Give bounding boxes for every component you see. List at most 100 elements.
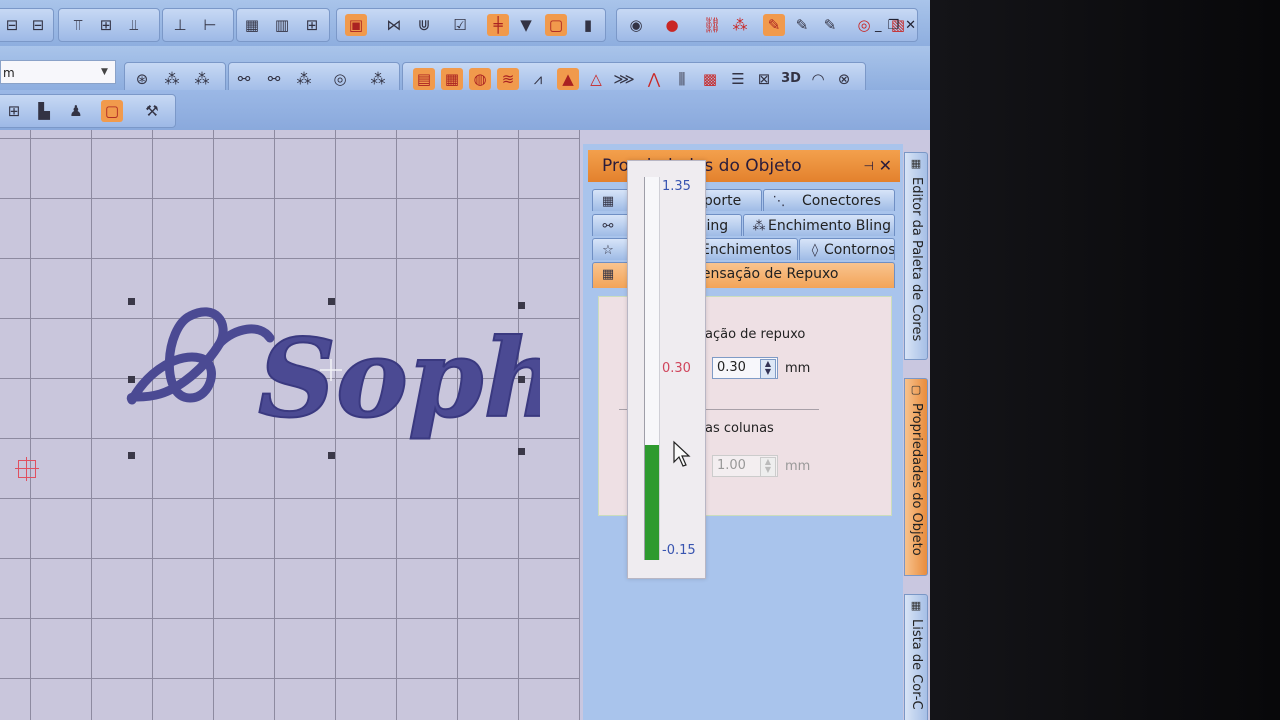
stitch-icon[interactable]: ▢ (545, 14, 567, 36)
bling-fill-icon: ⁂ (752, 219, 766, 234)
bling-fill-icon[interactable]: ⊛ (131, 68, 153, 90)
3d-icon[interactable]: 3D (777, 68, 805, 90)
fill-icon: ▦ (601, 194, 615, 209)
spinner-value: 1.00 (717, 458, 746, 473)
fill-icon[interactable]: ⊠ (753, 68, 775, 90)
spinner-arrows-icon[interactable]: ▲ ▼ (760, 359, 776, 379)
align-top-icon[interactable]: ⫪ (67, 14, 89, 36)
toolbar-group: ▣ ⋈ ⋓ ☑ ╪ ▼ ▢ ▮ (336, 8, 606, 42)
tab-conectores[interactable]: ⋱ Conectores (763, 189, 895, 211)
toolbar-group: ⊥ ⊢ (162, 8, 234, 42)
split-icon[interactable]: ╪ (487, 14, 509, 36)
toolbar-group: ◉ ● ⛓ ⁂ ✎ ✎ ✎ ◎ ▧ (616, 8, 918, 42)
star-icon: ☆ (602, 243, 614, 258)
value-slider-popup: 1.35 0.30 -0.15 (627, 160, 706, 579)
hat-icon[interactable]: ◠ (807, 68, 829, 90)
reshape-icon[interactable]: ⋈ (383, 14, 405, 36)
unit-label: mm (785, 361, 811, 376)
link-icon[interactable]: ⚯ (233, 68, 255, 90)
distribute-horizontal-icon[interactable]: ⊥ (169, 14, 191, 36)
list-icon: ▦ (910, 599, 922, 612)
color-circle-icon[interactable]: ● (661, 14, 683, 36)
fill-icon[interactable]: △ (585, 68, 607, 90)
slider-fill[interactable] (645, 445, 659, 560)
select-box-icon[interactable]: ▣ (345, 14, 367, 36)
fill-icon[interactable]: ▩ (699, 68, 721, 90)
pin-icon[interactable]: ⊣ (864, 150, 874, 182)
chain-icon[interactable]: ⛓ (701, 14, 723, 36)
distribute-vertical-icon[interactable]: ⊢ (199, 14, 221, 36)
arrow-down-icon[interactable]: ▼ (515, 14, 537, 36)
toolbar-group: ⊟ ⊟ (0, 8, 54, 42)
design-text: Sophia (258, 316, 540, 442)
hat-icon[interactable]: ⊗ (833, 68, 855, 90)
fill-icon[interactable]: ▲ (557, 68, 579, 90)
palette-icon: ▦ (910, 157, 922, 170)
needle-icon[interactable]: ✎ (763, 14, 785, 36)
outline-icon: ◊ (811, 243, 819, 258)
toolbar-group: ⫪ ⊞ ⫫ (58, 8, 160, 42)
restore-icon[interactable]: ❐ (887, 18, 905, 33)
reshape-icon[interactable]: ⋓ (413, 14, 435, 36)
bling-icon: ⚯ (602, 219, 614, 234)
field-label: as colunas (705, 421, 774, 436)
person-icon[interactable]: ♟ (65, 100, 87, 122)
close-icon[interactable]: ✕ (905, 18, 922, 33)
bling-fill-icon[interactable]: ⁂ (161, 68, 183, 90)
close-icon[interactable]: ✕ (879, 150, 892, 182)
align-bottom-icon[interactable]: ⫫ (123, 14, 145, 36)
fill-icon[interactable]: ≋ (497, 68, 519, 90)
toolbar-group: ⊞ ▙ ♟ ▢ ⚒ (0, 94, 176, 128)
bling-icon[interactable]: ⁂ (729, 14, 751, 36)
stitch-icon[interactable]: ⊞ (3, 100, 25, 122)
slider-track[interactable] (644, 177, 660, 560)
bling-fill-icon[interactable]: ⁂ (293, 68, 315, 90)
palette-icon[interactable]: ◉ (625, 14, 647, 36)
tab-contornos[interactable]: ◊ Contornos (799, 238, 895, 260)
fill-icon[interactable]: ◍ (469, 68, 491, 90)
spinner-arrows-icon[interactable]: ▲ ▼ (760, 457, 776, 477)
bling-fill-icon[interactable]: ⁂ (367, 68, 389, 90)
dock-tab-label: Propriedades do Objeto (909, 403, 924, 556)
needle-icon[interactable]: ✎ (819, 14, 841, 36)
minimize-icon[interactable]: _ (875, 18, 888, 33)
compensation-icon: ▦ (601, 267, 615, 282)
grid-icon[interactable]: ▦ (241, 14, 263, 36)
dock-tab-color-list[interactable]: ▦ Lista de Cor-C (904, 594, 928, 720)
fill-icon[interactable]: ☰ (727, 68, 749, 90)
dock-tab-color-palette-editor[interactable]: ▦ Editor da Paleta de Cores (904, 152, 928, 360)
properties-icon: ▢ (910, 383, 922, 396)
link-icon[interactable]: ⚯ (263, 68, 285, 90)
columns-spinner[interactable]: 1.00 ▲ ▼ (712, 455, 778, 477)
fill-icon[interactable]: ▤ (413, 68, 435, 90)
dock-tab-object-properties[interactable]: ▢ Propriedades do Objeto (904, 378, 928, 576)
align-center-icon[interactable]: ⊞ (95, 14, 117, 36)
tool-icon[interactable]: ⚒ (141, 100, 163, 122)
checkbox-icon[interactable]: ☑ (449, 14, 471, 36)
bucket-icon[interactable]: ▮ (577, 14, 599, 36)
grid-icon[interactable]: ⊞ (301, 14, 323, 36)
grid-icon[interactable]: ▥ (271, 14, 293, 36)
circle-icon[interactable]: ◎ (329, 68, 351, 90)
chevron-down-icon[interactable]: ▼ (101, 65, 113, 79)
fill-icon[interactable]: ⋀ (643, 68, 665, 90)
toolbar-row-3: ⊞ ▙ ♟ ▢ ⚒ (0, 90, 930, 130)
align-right-icon[interactable]: ⊟ (27, 14, 49, 36)
fill-icon[interactable]: ⋙ (613, 68, 635, 90)
pull-compensation-spinner[interactable]: 0.30 ▲ ▼ (712, 357, 778, 379)
fill-icon[interactable]: ▦ (441, 68, 463, 90)
needle-icon[interactable]: ✎ (791, 14, 813, 36)
fill-icon[interactable]: ⫼ (671, 68, 693, 90)
building-icon[interactable]: ▙ (33, 100, 55, 122)
window-controls: _❐✕ (875, 18, 922, 33)
tab-enchimento-bling[interactable]: ⁂ Enchimento Bling (743, 214, 895, 236)
align-left-icon[interactable]: ⊟ (1, 14, 23, 36)
origin-marker (15, 457, 39, 481)
embroidery-design[interactable]: Sophia (120, 298, 540, 468)
design-canvas[interactable]: Sophia (0, 130, 580, 720)
record-icon[interactable]: ◎ (853, 14, 875, 36)
object-properties-icon[interactable]: ▢ (101, 100, 123, 122)
bling-fill-icon[interactable]: ⁂ (191, 68, 213, 90)
fill-icon[interactable]: ⩘ (527, 68, 549, 90)
font-combo[interactable]: m ▼ (0, 60, 116, 84)
